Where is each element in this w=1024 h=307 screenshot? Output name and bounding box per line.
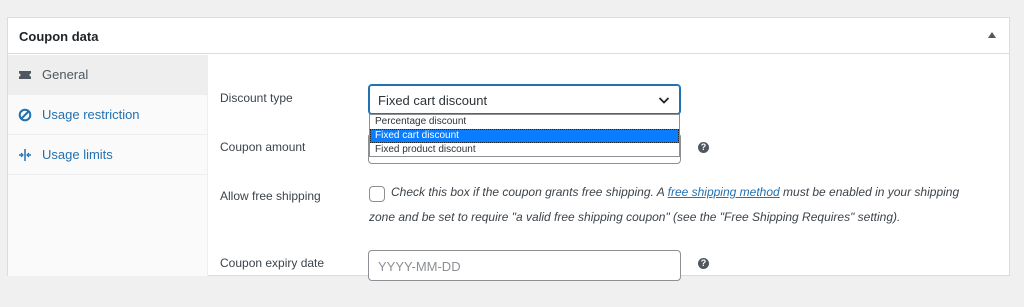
- free-shipping-checkbox[interactable]: [369, 186, 385, 202]
- coupon-expiry-label: Coupon expiry date: [220, 256, 325, 270]
- general-tab-content: Discount type Fixed cart discount Percen…: [209, 55, 1009, 281]
- coupon-data-panel: Coupon data General Usage restriction Us…: [7, 17, 1010, 281]
- ban-icon: [18, 108, 32, 122]
- sidebar-item-general[interactable]: General: [8, 55, 207, 95]
- desc-text: must be enabled in your shipping: [779, 185, 960, 199]
- sidebar-item-usage-restriction[interactable]: Usage restriction: [8, 95, 207, 135]
- discount-type-dropdown: Percentage discount Fixed cart discount …: [369, 114, 680, 157]
- coupon-amount-label: Coupon amount: [220, 140, 306, 154]
- desc-text-line2: zone and be set to require "a valid free…: [369, 210, 901, 224]
- coupon-expiry-input[interactable]: YYYY-MM-DD: [368, 250, 681, 281]
- coupon-tabs-sidebar: General Usage restriction Usage limits: [8, 55, 208, 276]
- option-fixed-product-discount[interactable]: Fixed product discount: [370, 143, 679, 157]
- help-icon[interactable]: ?: [698, 258, 709, 269]
- option-percentage-discount[interactable]: Percentage discount: [370, 115, 679, 129]
- sidebar-item-label: Usage limits: [42, 147, 113, 162]
- sidebar-item-label: Usage restriction: [42, 107, 140, 122]
- discount-type-select[interactable]: Fixed cart discount: [368, 84, 681, 115]
- limits-icon: [18, 148, 32, 162]
- expiry-placeholder: YYYY-MM-DD: [378, 259, 461, 274]
- ticket-icon: [18, 68, 32, 82]
- free-shipping-label: Allow free shipping: [220, 189, 321, 203]
- sidebar-item-usage-limits[interactable]: Usage limits: [8, 135, 207, 175]
- sidebar-item-label: General: [42, 67, 89, 82]
- help-icon[interactable]: ?: [698, 142, 709, 153]
- discount-type-label: Discount type: [220, 91, 293, 105]
- discount-type-value: Fixed cart discount: [378, 93, 488, 108]
- chevron-down-icon: [658, 93, 670, 105]
- option-fixed-cart-discount[interactable]: Fixed cart discount: [370, 129, 679, 143]
- free-shipping-description: Check this box if the coupon grants free…: [369, 185, 1001, 230]
- panel-header[interactable]: Coupon data: [8, 18, 1009, 54]
- panel-title: Coupon data: [19, 29, 99, 44]
- collapse-arrow-icon[interactable]: [988, 32, 996, 38]
- desc-text: Check this box if the coupon grants free…: [391, 185, 668, 199]
- free-shipping-method-link[interactable]: free shipping method: [668, 185, 780, 199]
